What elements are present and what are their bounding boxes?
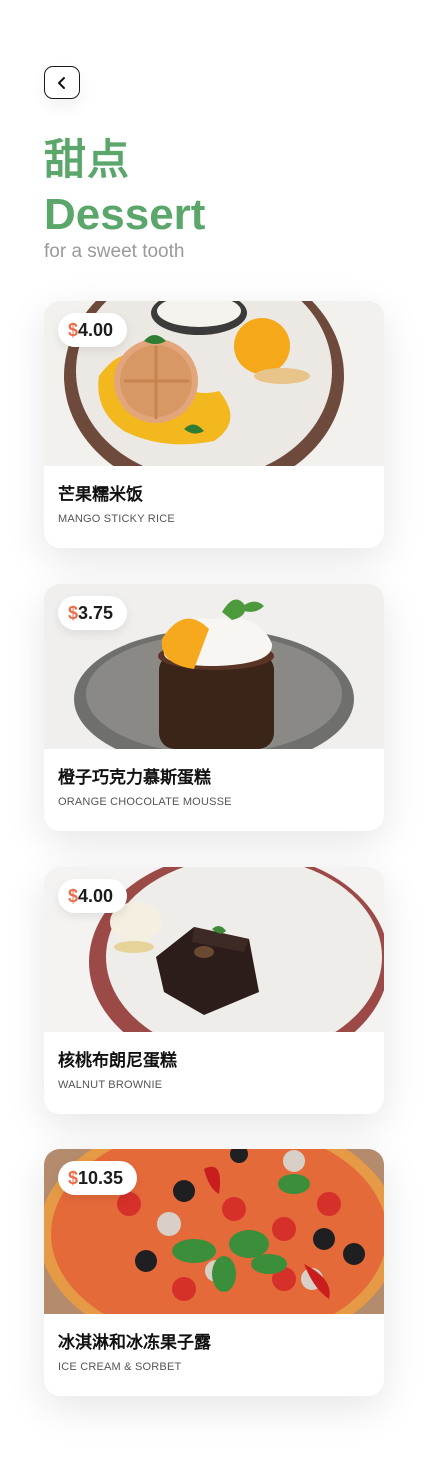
item-name-zh: 芒果糯米饭 <box>58 485 143 505</box>
menu-item-card[interactable]: $ 4.00 芒果糯米饭 MANGO STICKY RICE <box>44 301 384 548</box>
currency-symbol: $ <box>68 885 79 906</box>
price-badge: $ 10.35 <box>58 1161 138 1195</box>
menu-item-card[interactable]: $ 10.35 冰淇淋和冰冻果子露 ICE CREAM & SORBET <box>44 1149 384 1396</box>
item-name-en: ICE CREAM & SORBET <box>58 1361 182 1373</box>
page-title-zh: 甜点 <box>44 135 131 184</box>
menu-item-card[interactable]: $ 3.75 橙子巧克力慕斯蛋糕 ORANGE CHOCOLATE MOUSSE <box>44 584 384 831</box>
item-name-zh: 橙子巧克力慕斯蛋糕 <box>58 768 211 788</box>
item-name-zh: 核桃布朗尼蛋糕 <box>58 1051 177 1071</box>
item-name-en: MANGO STICKY RICE <box>58 513 175 525</box>
price-badge: $ 3.75 <box>58 596 128 630</box>
price-badge: $ 4.00 <box>58 313 128 347</box>
item-name-en: ORANGE CHOCOLATE MOUSSE <box>58 796 232 808</box>
price-value: 10.35 <box>78 1167 124 1188</box>
item-name-en: WALNUT BROWNIE <box>58 1079 163 1091</box>
page-subtitle: for a sweet tooth <box>44 241 185 262</box>
price-value: 4.00 <box>78 885 114 906</box>
chevron-left-icon <box>58 76 65 89</box>
menu-item-card[interactable]: $ 4.00 核桃布朗尼蛋糕 WALNUT BROWNIE <box>44 867 384 1114</box>
price-value: 3.75 <box>78 602 114 623</box>
currency-symbol: $ <box>68 602 79 623</box>
price-value: 4.00 <box>78 319 114 340</box>
currency-symbol: $ <box>68 319 79 340</box>
currency-symbol: $ <box>68 1167 79 1188</box>
item-name-zh: 冰淇淋和冰冻果子露 <box>58 1333 211 1353</box>
price-badge: $ 4.00 <box>58 879 128 913</box>
back-button[interactable] <box>44 66 80 99</box>
page-title-en: Dessert <box>44 190 206 239</box>
